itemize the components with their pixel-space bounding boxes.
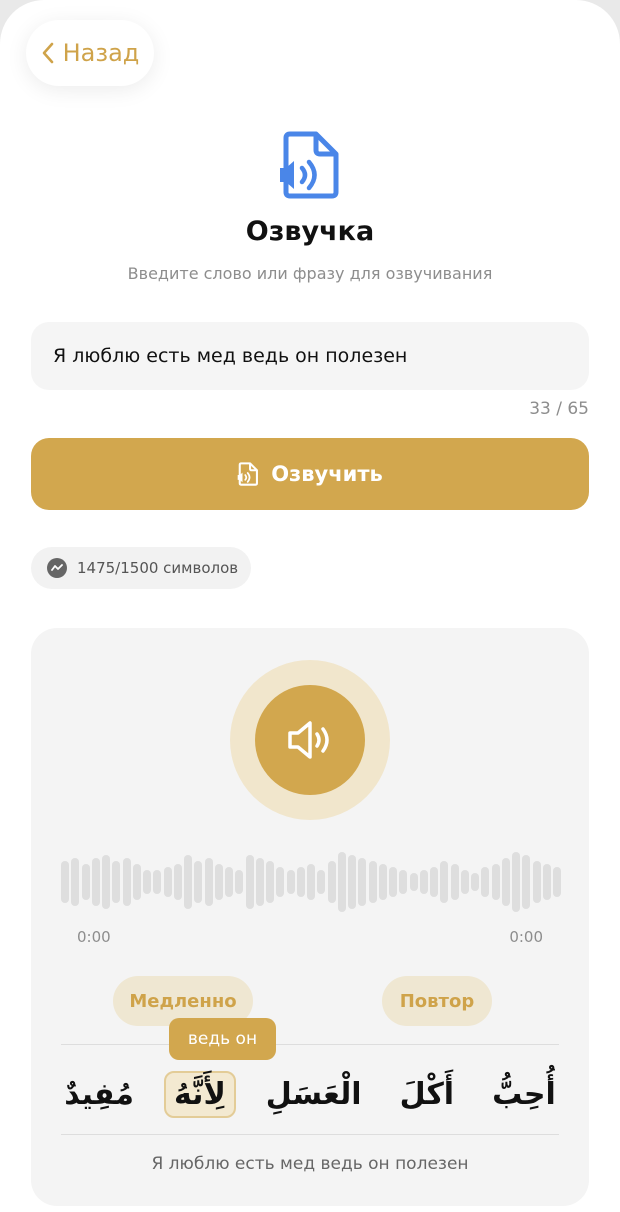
quota-label: 1475/1500 символов — [77, 559, 239, 577]
repeat-button[interactable]: Повтор — [382, 976, 492, 1026]
time-total: 0:00 — [509, 928, 543, 946]
waveform-bar — [91, 858, 100, 906]
waveform-bar — [399, 870, 408, 894]
waveform-bar — [122, 858, 131, 906]
waveform-bar — [542, 864, 551, 900]
waveform-bar — [255, 858, 264, 906]
waveform-bar — [450, 864, 459, 900]
audio-player: 0:00 0:00 Медленно Повтор أُحِبُّ أَكْلَ ا… — [31, 628, 589, 1206]
waveform-bar — [419, 870, 428, 894]
quota-badge: 1475/1500 символов — [31, 547, 251, 589]
translation-text: Я люблю есть мед ведь он полезен — [151, 1154, 469, 1174]
page-subtitle: Введите слово или фразу для озвучивания — [127, 264, 493, 283]
arabic-word[interactable]: أُحِبُّ — [484, 1073, 564, 1116]
waveform-bar — [245, 855, 254, 909]
speaker-icon — [288, 721, 329, 759]
char-counter: 33 / 65 — [529, 399, 589, 419]
waveform-bar — [296, 867, 305, 897]
waveform-bar — [460, 870, 469, 894]
waveform-bar — [348, 855, 356, 909]
waveform-bar — [327, 861, 336, 903]
waveform-bar — [337, 852, 346, 912]
waveform-bar — [235, 870, 244, 894]
messenger-icon — [47, 558, 67, 578]
waveform-bar — [430, 867, 438, 897]
arabic-words: أُحِبُّ أَكْلَ الْعَسَلِ لِأَنَّهُ مُفِيدٌ — [61, 1064, 559, 1124]
waveform-bar — [409, 873, 418, 891]
waveform-bar — [358, 858, 367, 906]
waveform-bar — [481, 867, 490, 897]
waveform-bar — [266, 861, 274, 903]
waveform-bar — [112, 861, 121, 903]
waveform-bar — [378, 864, 387, 900]
waveform-bar — [532, 861, 541, 903]
file-speaker-icon — [280, 131, 339, 199]
back-label: Назад — [62, 39, 140, 67]
waveform-bar — [307, 864, 315, 900]
divider-top — [61, 1044, 559, 1045]
waveform-bar — [317, 870, 326, 894]
waveform-bar — [143, 870, 151, 894]
arabic-word[interactable]: الْعَسَلِ — [258, 1073, 370, 1116]
divider-bottom — [61, 1134, 559, 1135]
screen: Назад Озвучка Введите слово или фразу дл… — [0, 0, 620, 1212]
waveform-bar — [225, 867, 233, 897]
speak-button-label: Озвучить — [271, 462, 383, 486]
waveform-bar — [71, 858, 80, 906]
file-speaker-icon — [237, 462, 259, 486]
waveform-bar — [276, 867, 285, 897]
page-title: Озвучка — [245, 216, 375, 247]
phrase-input[interactable]: Я люблю есть мед ведь он полезен — [31, 322, 589, 390]
waveform-bar — [512, 852, 520, 912]
waveform-bar — [194, 861, 203, 903]
waveform-bar — [553, 867, 561, 897]
waveform-bar — [214, 864, 223, 900]
waveform[interactable] — [61, 850, 561, 914]
waveform-bar — [471, 873, 479, 891]
play-button[interactable] — [255, 685, 365, 795]
waveform-bar — [163, 867, 172, 897]
waveform-bar — [184, 855, 192, 909]
waveform-bar — [81, 864, 90, 900]
waveform-bar — [61, 861, 69, 903]
waveform-bar — [440, 861, 449, 903]
waveform-bar — [132, 864, 141, 900]
speak-button[interactable]: Озвучить — [31, 438, 589, 510]
waveform-bar — [501, 858, 510, 906]
waveform-bar — [522, 855, 531, 909]
word-tooltip: ведь он — [169, 1018, 276, 1060]
waveform-bar — [368, 861, 377, 903]
arabic-word[interactable]: مُفِيدٌ — [56, 1073, 142, 1116]
waveform-bar — [204, 858, 213, 906]
waveform-bar — [491, 864, 500, 900]
waveform-bar — [389, 867, 397, 897]
waveform-bar — [102, 855, 110, 909]
arabic-word[interactable]: أَكْلَ — [392, 1073, 463, 1116]
arabic-word[interactable]: لِأَنَّهُ — [163, 1070, 236, 1118]
waveform-bar — [286, 870, 295, 894]
time-current: 0:00 — [77, 928, 111, 946]
waveform-bar — [153, 870, 162, 894]
back-button[interactable]: Назад — [26, 20, 154, 86]
waveform-bar — [173, 864, 182, 900]
chevron-left-icon — [42, 42, 53, 64]
